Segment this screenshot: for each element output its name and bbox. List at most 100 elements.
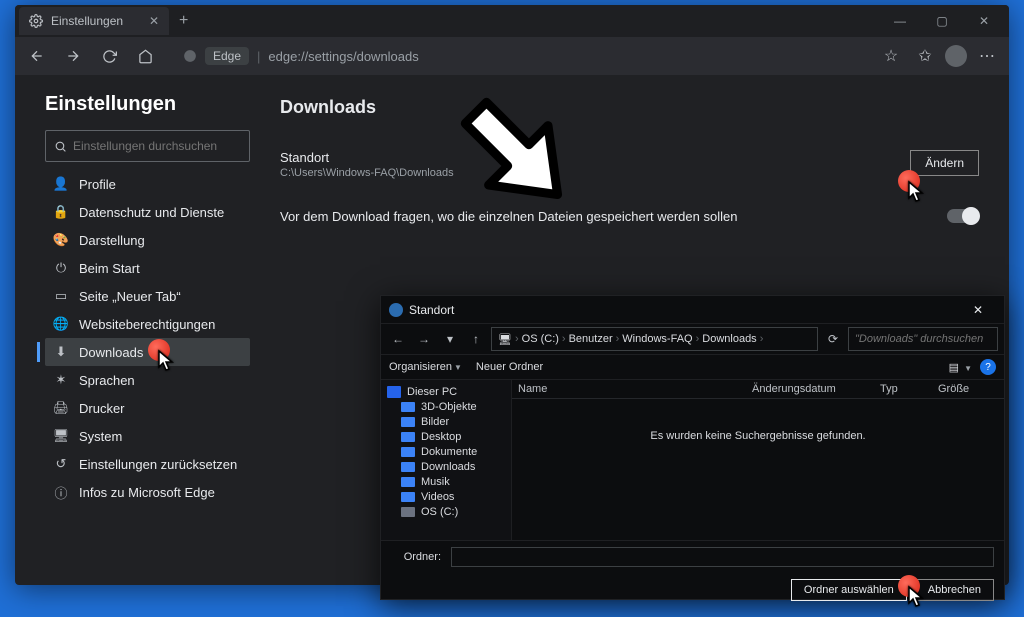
tree-node-label: Dieser PC	[407, 386, 457, 398]
settings-sidebar: Einstellungen 👤Profile 🔒 Datenschutz und D…	[45, 93, 250, 567]
dialog-body: Dieser PC 3D-Objekte Bilder DesktopDokument…	[381, 380, 1004, 540]
sidebar-item-profile[interactable]: 👤Profile	[45, 170, 250, 198]
sidebar-item-icon: 🖥	[53, 428, 69, 444]
tree-node[interactable]: Dokumente	[385, 444, 507, 459]
close-window-button[interactable]: ✕	[963, 5, 1005, 37]
dialog-navbar: ← → ▾ ↑ 🖥 › OS (C:)›Benutzer›Windows-FAQ…	[381, 324, 1004, 354]
page-heading: Downloads	[280, 97, 979, 118]
tree-node[interactable]: Desktop	[385, 429, 507, 444]
folder-icon	[401, 417, 415, 427]
search-icon	[54, 140, 67, 153]
sidebar-title: Einstellungen	[45, 93, 250, 116]
chevron-right-icon: ›	[616, 333, 620, 345]
sidebar-item-darstellung[interactable]: 🎨Darstellung	[45, 226, 250, 254]
favorites-pane-button[interactable]: ✩	[911, 42, 939, 70]
tab-close-button[interactable]: ✕	[149, 14, 159, 28]
back-button[interactable]	[23, 42, 51, 70]
nav-history-button[interactable]: ▾	[439, 328, 461, 350]
address-bar[interactable]: Edge | edge://settings/downloads	[173, 42, 429, 70]
sidebar-item-beim-start[interactable]: ⏻Beim Start	[45, 254, 250, 282]
folder-tree[interactable]: Dieser PC 3D-Objekte Bilder DesktopDokument…	[381, 380, 511, 540]
sidebar-item-sprachen[interactable]: ✶ Sprachen	[45, 366, 250, 394]
sidebar-item-drucker[interactable]: 🖨Drucker	[45, 394, 250, 422]
tree-node-label: Downloads	[421, 461, 475, 473]
dialog-close-button[interactable]: ✕	[960, 297, 996, 323]
nav-forward-button[interactable]: →	[413, 328, 435, 350]
sidebar-item-datenschutz-und-dienste[interactable]: 🔒 Datenschutz und Dienste	[45, 198, 250, 226]
select-folder-button[interactable]: Ordner auswählen	[791, 579, 907, 601]
tree-node[interactable]: Bilder	[385, 414, 507, 429]
tree-node-label: Bilder	[421, 416, 449, 428]
folder-name-input[interactable]	[451, 547, 994, 567]
breadcrumb-segment[interactable]: Benutzer	[569, 333, 613, 345]
home-button[interactable]	[131, 42, 159, 70]
dialog-titlebar: Standort ✕	[381, 296, 1004, 324]
sidebar-item-label: Darstellung	[79, 233, 145, 248]
nav-up-button[interactable]: ↑	[465, 328, 487, 350]
tree-node-label: 3D-Objekte	[421, 401, 477, 413]
view-options-button[interactable]: ▤ ▼	[949, 361, 972, 374]
cancel-button[interactable]: Abbrechen	[915, 579, 994, 601]
sidebar-item-icon: ⏻	[53, 260, 69, 276]
browser-toolbar: Edge | edge://settings/downloads ☆ ✩ ⋯	[15, 37, 1009, 75]
ask-toggle[interactable]	[947, 209, 979, 223]
col-size[interactable]: Größe	[938, 383, 998, 395]
sidebar-item-infos-zu-microsoft-edge[interactable]: ⓘInfos zu Microsoft Edge	[45, 478, 250, 506]
minimize-button[interactable]: ―	[879, 5, 921, 37]
breadcrumb-refresh-button[interactable]: ⟳	[822, 328, 844, 350]
tree-node[interactable]: Videos	[385, 489, 507, 504]
location-setting: Standort C:\Users\Windows-FAQ\Downloads …	[280, 146, 979, 183]
folder-icon	[401, 462, 415, 472]
change-location-button[interactable]: Ändern	[910, 150, 979, 176]
sidebar-item-websiteberechtigungen[interactable]: 🌐Websiteberechtigungen	[45, 310, 250, 338]
help-button[interactable]: ?	[980, 359, 996, 375]
browser-tab[interactable]: Einstellungen ✕	[19, 7, 169, 35]
sidebar-item-label: Profile	[79, 177, 116, 192]
col-name[interactable]: Name	[518, 383, 734, 395]
breadcrumb-segment[interactable]: OS (C:)	[522, 333, 559, 345]
settings-search-input[interactable]	[73, 139, 241, 153]
refresh-button[interactable]	[95, 42, 123, 70]
tree-node[interactable]: OS (C:)	[385, 504, 507, 519]
sidebar-item-icon: 🔒	[53, 204, 69, 220]
more-menu-button[interactable]: ⋯	[973, 42, 1001, 70]
dialog-search-input[interactable]	[848, 327, 998, 351]
col-date[interactable]: Änderungsdatum	[752, 383, 862, 395]
sidebar-item-label: Datenschutz und Dienste	[79, 205, 224, 220]
col-type[interactable]: Typ	[880, 383, 920, 395]
sidebar-item-label: Sprachen	[79, 373, 135, 388]
sidebar-item-einstellungen-zur-cksetzen[interactable]: ↺Einstellungen zurücksetzen	[45, 450, 250, 478]
forward-button[interactable]	[59, 42, 87, 70]
window-controls: ― ▢ ✕	[879, 5, 1005, 37]
new-folder-button[interactable]: Neuer Ordner	[476, 361, 543, 373]
sidebar-item-label: Websiteberechtigungen	[79, 317, 215, 332]
dialog-breadcrumb[interactable]: 🖥 › OS (C:)›Benutzer›Windows-FAQ›Downloa…	[491, 327, 818, 351]
sidebar-item-system[interactable]: 🖥 System	[45, 422, 250, 450]
tree-node-label: Desktop	[421, 431, 461, 443]
breadcrumb-segment[interactable]: Downloads	[702, 333, 756, 345]
nav-back-button[interactable]: ←	[387, 328, 409, 350]
dialog-actions: Ordner auswählen Abbrechen	[381, 573, 1004, 607]
favorite-button[interactable]: ☆	[877, 42, 905, 70]
profile-avatar[interactable]	[945, 45, 967, 67]
sidebar-item-seite-neuer-tab-[interactable]: ▭Seite „Neuer Tab“	[45, 282, 250, 310]
sidebar-item-icon: ↺	[53, 456, 69, 472]
ask-before-download-setting: Vor dem Download fragen, wo die einzelne…	[280, 205, 979, 228]
settings-search[interactable]	[45, 130, 250, 162]
tree-node[interactable]: 3D-Objekte	[385, 399, 507, 414]
tree-node[interactable]: Dieser PC	[385, 384, 507, 399]
empty-message: Es wurden keine Suchergebnisse gefunden.	[512, 430, 1004, 442]
sidebar-item-downloads[interactable]: ⬇Downloads	[45, 338, 250, 366]
file-columns: Name Änderungsdatum Typ Größe	[512, 380, 1004, 399]
new-tab-button[interactable]: +	[169, 6, 198, 36]
tree-node[interactable]: Downloads	[385, 459, 507, 474]
sidebar-item-icon: 🖨	[53, 400, 69, 416]
sidebar-item-icon: ⓘ	[53, 484, 69, 500]
sidebar-item-label: System	[79, 429, 122, 444]
maximize-button[interactable]: ▢	[921, 5, 963, 37]
organize-menu[interactable]: Organisieren▼	[389, 361, 462, 373]
sidebar-item-icon: ✶	[53, 372, 69, 388]
tree-node[interactable]: Musik	[385, 474, 507, 489]
file-pane[interactable]: Name Änderungsdatum Typ Größe Es wurden …	[511, 380, 1004, 540]
breadcrumb-segment[interactable]: Windows-FAQ	[622, 333, 692, 345]
